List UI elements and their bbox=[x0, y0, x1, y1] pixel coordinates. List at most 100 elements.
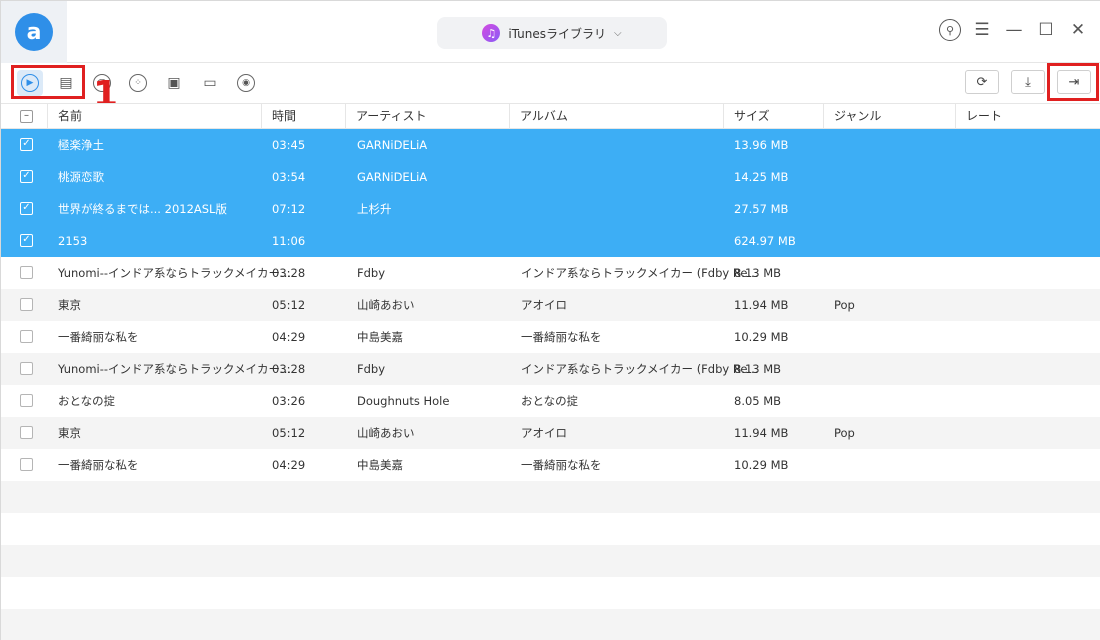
row-checkbox-checked[interactable]: ✓ bbox=[20, 170, 33, 183]
cell-time: 04:29 bbox=[272, 458, 306, 472]
cell-name: おとなの掟 bbox=[58, 394, 116, 408]
cell-time: 07:12 bbox=[272, 202, 306, 216]
column-header-artist[interactable]: アーティスト bbox=[345, 104, 509, 128]
cell-artist: Fdby bbox=[357, 266, 386, 280]
row-checkbox[interactable] bbox=[20, 394, 33, 407]
podcast-icon[interactable]: ⁘ bbox=[125, 70, 151, 96]
cell-album: 一番綺丽な私を bbox=[521, 458, 602, 472]
row-checkbox-checked[interactable]: ✓ bbox=[20, 234, 33, 247]
tv-show-icon[interactable]: ▭ bbox=[197, 70, 223, 96]
download-to-pc-button[interactable]: ⤓ bbox=[1011, 70, 1045, 94]
table-header: – 名前 時間 アーティスト アルバム サイズ ジャンル レート bbox=[1, 103, 1100, 129]
row-checkbox[interactable] bbox=[20, 330, 33, 343]
cell-time: 03:26 bbox=[272, 394, 306, 408]
cell-name: 一番綺丽な私を bbox=[58, 330, 139, 344]
row-checkbox-checked[interactable]: ✓ bbox=[20, 202, 33, 215]
cell-time: 11:06 bbox=[272, 234, 306, 248]
cell-name: Yunomi--インドア系ならトラックメイカー... bbox=[58, 266, 292, 280]
cell-size: 10.29 MB bbox=[734, 458, 789, 472]
cell-name: 東京 bbox=[58, 426, 81, 440]
cell-time: 05:12 bbox=[272, 426, 306, 440]
column-header-name[interactable]: 名前 bbox=[47, 104, 261, 128]
row-checkbox[interactable] bbox=[20, 298, 33, 311]
cell-size: 13.96 MB bbox=[734, 138, 789, 152]
library-selector[interactable]: ♫ iTunesライブラリ ⌵ bbox=[437, 17, 667, 49]
row-checkbox[interactable] bbox=[20, 266, 33, 279]
minimize-icon[interactable]: — bbox=[1003, 19, 1025, 41]
row-checkbox[interactable] bbox=[20, 362, 33, 375]
cell-size: 624.97 MB bbox=[734, 234, 796, 248]
column-header-time[interactable]: 時間 bbox=[261, 104, 345, 128]
table-row[interactable]: 東京 05:12 山崎あおい アオイロ 11.94 MB Pop bbox=[1, 289, 1100, 321]
cell-size: 8.13 MB bbox=[734, 362, 782, 376]
row-checkbox[interactable] bbox=[20, 458, 33, 471]
empty-row bbox=[1, 545, 1100, 577]
chevron-down-icon: ⌵ bbox=[614, 27, 622, 39]
empty-row bbox=[1, 481, 1100, 513]
app-window: a ♫ iTunesライブラリ ⌵ ⚲ ☰ — ☐ ✕ ▶ ▤ ⌒ ⁘ ▣ ▭ … bbox=[0, 0, 1100, 640]
cell-artist: 山崎あおい bbox=[357, 298, 415, 312]
column-header-size[interactable]: サイズ bbox=[723, 104, 823, 128]
cell-artist: 上杉升 bbox=[357, 202, 392, 216]
column-header-genre[interactable]: ジャンル bbox=[823, 104, 955, 128]
select-all-checkbox[interactable]: – bbox=[20, 110, 33, 123]
cell-artist: GARNiDELiA bbox=[357, 170, 428, 184]
itunes-u-icon[interactable]: ◉ bbox=[233, 70, 259, 96]
table-row[interactable]: Yunomi--インドア系ならトラックメイカー... 03:28 Fdby インドア系… bbox=[1, 257, 1100, 289]
maximize-icon[interactable]: ☐ bbox=[1035, 19, 1057, 41]
cell-album: インドア系ならトラックメイカー (Fdby Re... bbox=[521, 362, 759, 376]
annotation-box-3 bbox=[1047, 63, 1099, 101]
cell-time: 03:54 bbox=[272, 170, 306, 184]
table-row[interactable]: ✓ 世界が終るまでは... 2012ASL版 07:12 上杉升 27.57 MB bbox=[1, 193, 1100, 225]
annotation-box-1 bbox=[11, 65, 85, 99]
row-checkbox[interactable] bbox=[20, 426, 33, 439]
music-note-icon: ♫ bbox=[482, 24, 501, 42]
cell-album: アオイロ bbox=[521, 426, 567, 440]
category-toolbar: ▶ ▤ ⌒ ⁘ ▣ ▭ ◉ ⟳ ⤓ ⇥ bbox=[1, 63, 1100, 103]
cell-time: 04:29 bbox=[272, 330, 306, 344]
cell-size: 8.13 MB bbox=[734, 266, 782, 280]
cell-time: 03:28 bbox=[272, 362, 306, 376]
cell-time: 03:45 bbox=[272, 138, 306, 152]
menu-icon[interactable]: ☰ bbox=[971, 19, 993, 41]
close-icon[interactable]: ✕ bbox=[1067, 19, 1089, 41]
cell-name: 2153 bbox=[58, 234, 88, 248]
table-row[interactable]: おとなの掟 03:26 Doughnuts Hole おとなの掟 8.05 MB bbox=[1, 385, 1100, 417]
cell-album: アオイロ bbox=[521, 298, 567, 312]
table-row[interactable]: 東京 05:12 山崎あおい アオイロ 11.94 MB Pop bbox=[1, 417, 1100, 449]
refresh-button[interactable]: ⟳ bbox=[965, 70, 999, 94]
cell-artist: GARNiDELiA bbox=[357, 138, 428, 152]
column-header-rate[interactable]: レート bbox=[955, 104, 1091, 128]
cell-artist: Fdby bbox=[357, 362, 386, 376]
cell-album: おとなの掟 bbox=[521, 394, 579, 408]
movie-icon[interactable]: ▣ bbox=[161, 70, 187, 96]
title-bar: a ♫ iTunesライブラリ ⌵ ⚲ ☰ — ☐ ✕ bbox=[1, 1, 1100, 63]
cell-album: 一番綺丽な私を bbox=[521, 330, 602, 344]
table-row[interactable]: 一番綺丽な私を 04:29 中島美嘉 一番綺丽な私を 10.29 MB bbox=[1, 321, 1100, 353]
table-row[interactable]: Yunomi--インドア系ならトラックメイカー... 03:28 Fdby インドア系… bbox=[1, 353, 1100, 385]
cell-time: 05:12 bbox=[272, 298, 306, 312]
logo-area: a bbox=[1, 1, 67, 63]
cell-artist: 中島美嘉 bbox=[357, 458, 403, 472]
song-list: ✓ 極楽浄土 03:45 GARNiDELiA 13.96 MB ✓ 桃源恋歌 03:54 GA… bbox=[1, 129, 1100, 640]
table-row[interactable]: ✓ 2153 11:06 624.97 MB bbox=[1, 225, 1100, 257]
cell-size: 10.29 MB bbox=[734, 330, 789, 344]
cell-size: 8.05 MB bbox=[734, 394, 782, 408]
table-row[interactable]: ✓ 桃源恋歌 03:54 GARNiDELiA 14.25 MB bbox=[1, 161, 1100, 193]
cell-genre: Pop bbox=[834, 426, 855, 440]
window-controls: ⚲ ☰ — ☐ ✕ bbox=[939, 19, 1089, 41]
cell-album: インドア系ならトラックメイカー (Fdby Re... bbox=[521, 266, 759, 280]
table-row[interactable]: ✓ 極楽浄土 03:45 GARNiDELiA 13.96 MB bbox=[1, 129, 1100, 161]
table-row[interactable]: 一番綺丽な私を 04:29 中島美嘉 一番綺丽な私を 10.29 MB bbox=[1, 449, 1100, 481]
empty-row bbox=[1, 609, 1100, 640]
row-checkbox-checked[interactable]: ✓ bbox=[20, 138, 33, 151]
search-icon[interactable]: ⚲ bbox=[939, 19, 961, 41]
cell-name: 東京 bbox=[58, 298, 81, 312]
empty-row bbox=[1, 577, 1100, 609]
cell-size: 27.57 MB bbox=[734, 202, 789, 216]
cell-artist: 山崎あおい bbox=[357, 426, 415, 440]
cell-name: 極楽浄土 bbox=[58, 138, 104, 152]
column-header-album[interactable]: アルバム bbox=[509, 104, 723, 128]
cell-size: 11.94 MB bbox=[734, 298, 789, 312]
cell-genre: Pop bbox=[834, 298, 855, 312]
